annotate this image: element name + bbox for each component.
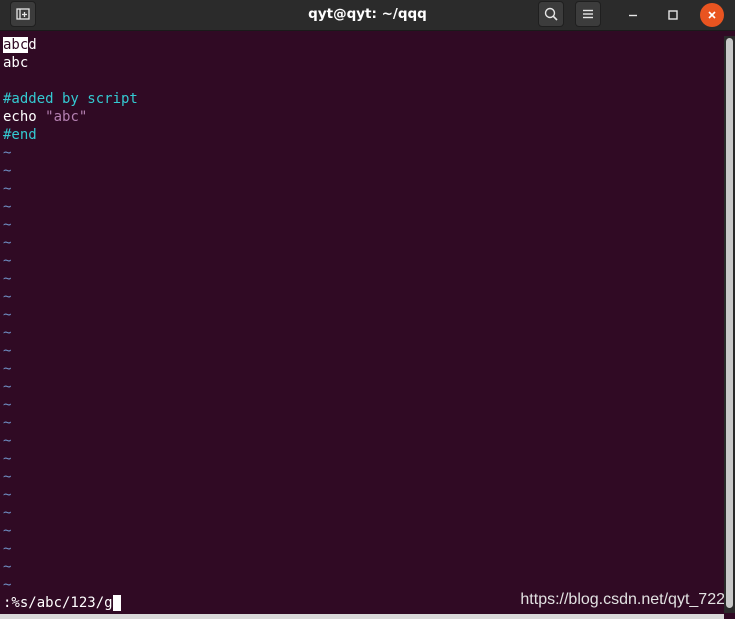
empty-line-tilde: ~ (3, 307, 12, 323)
empty-line-tilde: ~ (3, 361, 12, 377)
scrollbar[interactable] (724, 36, 735, 613)
substitute-command: :%s/abc/123/g (3, 595, 113, 611)
empty-line-tilde: ~ (3, 487, 12, 503)
empty-line-tilde: ~ (3, 577, 12, 593)
close-icon (708, 11, 716, 19)
hamburger-menu-icon (583, 9, 593, 19)
empty-line-tilde: ~ (3, 541, 12, 557)
buffer-line-2: abc (3, 55, 29, 71)
maximize-button[interactable] (661, 3, 685, 27)
empty-line-tilde: ~ (3, 325, 12, 341)
empty-line-tilde: ~ (3, 181, 12, 197)
search-highlight: abc (3, 37, 29, 53)
empty-line-tilde: ~ (3, 379, 12, 395)
empty-line-tilde: ~ (3, 559, 12, 575)
new-tab-icon (16, 8, 30, 20)
empty-line-tilde: ~ (3, 451, 12, 467)
search-icon (544, 7, 558, 21)
title-bar: qyt@qyt: ~/qqq (0, 0, 735, 31)
search-button[interactable] (538, 1, 564, 27)
empty-line-tilde: ~ (3, 397, 12, 413)
empty-line-tilde: ~ (3, 415, 12, 431)
buffer-line-5: echo "abc" (3, 108, 87, 126)
empty-line-tilde: ~ (3, 199, 12, 215)
empty-line-tilde: ~ (3, 343, 12, 359)
command-cursor (112, 595, 122, 611)
empty-line-tilde: ~ (3, 217, 12, 233)
buffer-line-1: abcd (3, 36, 37, 54)
echo-command: echo (3, 109, 46, 125)
vim-editor[interactable]: abcd abc #added by script echo "abc" #en… (0, 36, 724, 619)
menu-button[interactable] (575, 1, 601, 27)
maximize-icon (668, 10, 678, 20)
cursor-char: d (28, 37, 37, 53)
empty-line-tilde: ~ (3, 253, 12, 269)
empty-line-tilde: ~ (3, 523, 12, 539)
scrollbar-thumb[interactable] (726, 38, 733, 608)
window-bottom-edge (0, 614, 724, 619)
minimize-button[interactable] (621, 3, 645, 27)
buffer-line-6-comment: #end (3, 127, 37, 143)
empty-line-tilde: ~ (3, 235, 12, 251)
command-line[interactable]: :%s/abc/123/g (3, 594, 122, 612)
new-tab-button[interactable] (10, 1, 36, 27)
empty-line-tilde: ~ (3, 145, 12, 161)
close-button[interactable] (700, 3, 724, 27)
buffer-line-4-comment: #added by script (3, 91, 138, 107)
minimize-icon (629, 14, 637, 17)
terminal-window: qyt@qyt: ~/qqq abcd abc #added by script… (0, 0, 735, 619)
empty-line-tilde: ~ (3, 289, 12, 305)
empty-line-tilde: ~ (3, 271, 12, 287)
empty-line-tilde: ~ (3, 433, 12, 449)
empty-line-tilde: ~ (3, 163, 12, 179)
empty-line-tilde: ~ (3, 469, 12, 485)
watermark: https://blog.csdn.net/qyt_722 (520, 591, 725, 608)
empty-line-tilde: ~ (3, 505, 12, 521)
string-literal: "abc" (45, 109, 88, 125)
